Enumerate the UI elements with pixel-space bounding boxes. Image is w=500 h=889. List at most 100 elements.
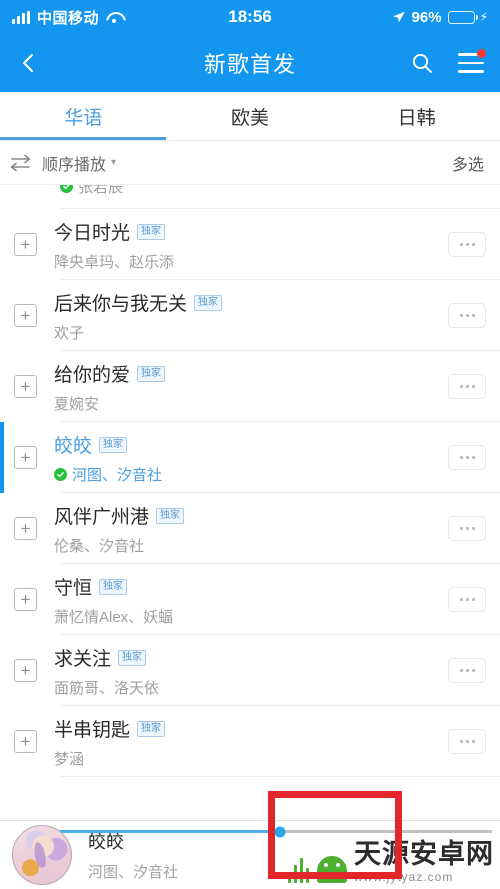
carrier-label: 中国移动 (37, 9, 100, 27)
more-options-icon[interactable] (448, 232, 486, 257)
song-title: 求关注 (54, 648, 112, 670)
status-bar-right: 96% ⚡ (392, 9, 488, 26)
wifi-icon (106, 11, 122, 23)
exclusive-badge: 独家 (99, 437, 128, 453)
more-options-icon[interactable] (448, 303, 486, 328)
table-row[interactable]: + 皎皎 独家河图、汐音社 (0, 422, 500, 493)
table-row[interactable]: + 半串钥匙 独家梦涵 (0, 706, 500, 777)
plus-icon[interactable]: + (14, 304, 37, 327)
table-row[interactable]: + 今日时光 独家 降央卓玛、赵乐添 (0, 209, 500, 280)
progress-fill (40, 830, 280, 833)
play-mode-label: 顺序播放 (42, 156, 107, 174)
nav-actions (410, 49, 486, 75)
more-options-icon[interactable] (448, 587, 486, 612)
more-options-icon[interactable] (448, 374, 486, 399)
more-options-icon[interactable] (448, 445, 486, 470)
song-artist: 萧忆情Alex、妖蝠 (54, 608, 174, 626)
song-title: 风伴广州港 (54, 506, 150, 528)
plus-icon[interactable]: + (14, 659, 37, 682)
tab-chinese[interactable]: 华语 (0, 92, 167, 140)
song-title-line: 风伴广州港 独家 (54, 502, 448, 529)
song-artist: 伦桑、汐音社 (54, 537, 145, 555)
table-row[interactable]: + 给你的爱 独家夏婉安 (0, 351, 500, 422)
play-mode-button[interactable]: 顺序播放 ▾ (42, 151, 116, 175)
exclusive-badge: 独家 (137, 366, 166, 382)
exclusive-badge: 独家 (194, 295, 223, 311)
song-artist-line: 河图、汐音社 (54, 464, 448, 485)
multi-select-button[interactable]: 多选 (452, 151, 484, 175)
plus-icon[interactable]: + (14, 730, 37, 753)
table-row[interactable]: + 后来你与我无关 独家欢子 (0, 280, 500, 351)
song-artist-line: 降央卓玛、赵乐添 (54, 251, 448, 272)
song-info: 今日时光 独家 降央卓玛、赵乐添 (54, 218, 448, 272)
partial-artist-line: 张若辰 (60, 185, 123, 197)
progress-thumb[interactable] (274, 826, 286, 837)
exclusive-badge: 独家 (118, 650, 147, 666)
song-info: 守恒 独家萧忆情Alex、妖蝠 (54, 573, 448, 627)
plus-icon[interactable]: + (14, 446, 37, 469)
plus-icon[interactable]: + (14, 517, 37, 540)
sequential-play-icon[interactable] (10, 153, 34, 173)
status-bar-left: 中国移动 (12, 7, 122, 28)
song-artist: 夏婉安 (54, 395, 100, 413)
song-artist-line: 梦涵 (54, 748, 448, 769)
song-title: 皎皎 (54, 435, 93, 457)
search-icon[interactable] (410, 51, 434, 75)
song-title: 后来你与我无关 (54, 293, 188, 315)
song-info: 后来你与我无关 独家欢子 (54, 289, 448, 343)
song-artist-line: 萧忆情Alex、妖蝠 (54, 606, 448, 627)
song-title-line: 后来你与我无关 独家 (54, 289, 448, 316)
song-title-line: 半串钥匙 独家 (54, 715, 448, 742)
location-arrow-icon (392, 11, 405, 23)
song-info: 皎皎 独家河图、汐音社 (54, 431, 448, 485)
song-info: 求关注 独家面筋哥、洛天依 (54, 644, 448, 698)
playback-progress-bar[interactable] (40, 826, 492, 837)
verified-badge-icon (54, 467, 67, 481)
exclusive-badge: 独家 (137, 224, 166, 240)
song-artist: 梦涵 (54, 750, 85, 768)
plus-icon[interactable]: + (14, 233, 37, 256)
category-tabs: 华语 欧美 日韩 (0, 92, 500, 141)
battery-icon (447, 10, 478, 24)
tab-western[interactable]: 欧美 (167, 92, 334, 140)
tab-jpkr[interactable]: 日韩 (333, 92, 500, 140)
song-title: 守恒 (54, 577, 93, 599)
song-rows-container: + 今日时光 独家 降央卓玛、赵乐添 + 后来你与我无关 独家 欢子 + 给你的爱 独家 夏婉安 + 皎皎… (0, 209, 500, 777)
now-playing-info[interactable]: 皎皎 河图、汐音社 (88, 828, 178, 882)
notification-dot (477, 49, 486, 58)
partial-artist-label: 张若辰 (78, 185, 124, 196)
more-options-icon[interactable] (448, 729, 486, 754)
status-bar: 中国移动 18:56 96% ⚡ (0, 0, 500, 34)
song-artist-line: 欢子 (54, 322, 448, 343)
song-artist: 河图、汐音社 (72, 466, 163, 484)
song-title-line: 守恒 独家 (54, 573, 448, 600)
now-playing-artist: 河图、汐音社 (88, 864, 179, 881)
hamburger-menu-icon[interactable] (458, 49, 486, 73)
song-title: 给你的爱 (54, 364, 131, 386)
table-row[interactable]: + 风伴广州港 独家伦桑、汐音社 (0, 493, 500, 564)
back-chevron-icon[interactable] (16, 51, 40, 75)
plus-icon[interactable]: + (14, 375, 37, 398)
song-info: 半串钥匙 独家梦涵 (54, 715, 448, 769)
table-row[interactable]: + 守恒 独家萧忆情Alex、妖蝠 (0, 564, 500, 635)
album-art-thumbnail[interactable] (12, 825, 72, 885)
song-list: 张若辰 + 今日时光 独家 降央卓玛、赵乐添 + 后来你与我无关 独家 欢子 + 给你的爱 独家 夏婉… (0, 185, 500, 777)
list-toolbar: 顺序播放 ▾ 多选 (0, 141, 500, 185)
song-title-line: 给你的爱 独家 (54, 360, 448, 387)
plus-icon[interactable]: + (14, 588, 37, 611)
more-options-icon[interactable] (448, 516, 486, 541)
exclusive-badge: 独家 (99, 579, 128, 595)
song-title-line: 皎皎 独家 (54, 431, 448, 458)
exclusive-badge: 独家 (137, 721, 166, 737)
song-title: 半串钥匙 (54, 719, 131, 741)
song-artist-line: 伦桑、汐音社 (54, 535, 448, 556)
more-options-icon[interactable] (448, 658, 486, 683)
verified-badge-icon (60, 185, 73, 193)
list-item-partial[interactable]: 张若辰 (0, 185, 500, 209)
table-row[interactable]: + 求关注 独家面筋哥、洛天依 (0, 635, 500, 706)
song-title-line: 求关注 独家 (54, 644, 448, 671)
signal-strength-icon (12, 10, 30, 24)
song-artist: 欢子 (54, 324, 85, 342)
song-artist-line: 面筋哥、洛天依 (54, 677, 448, 698)
chevron-down-icon: ▾ (111, 157, 117, 168)
